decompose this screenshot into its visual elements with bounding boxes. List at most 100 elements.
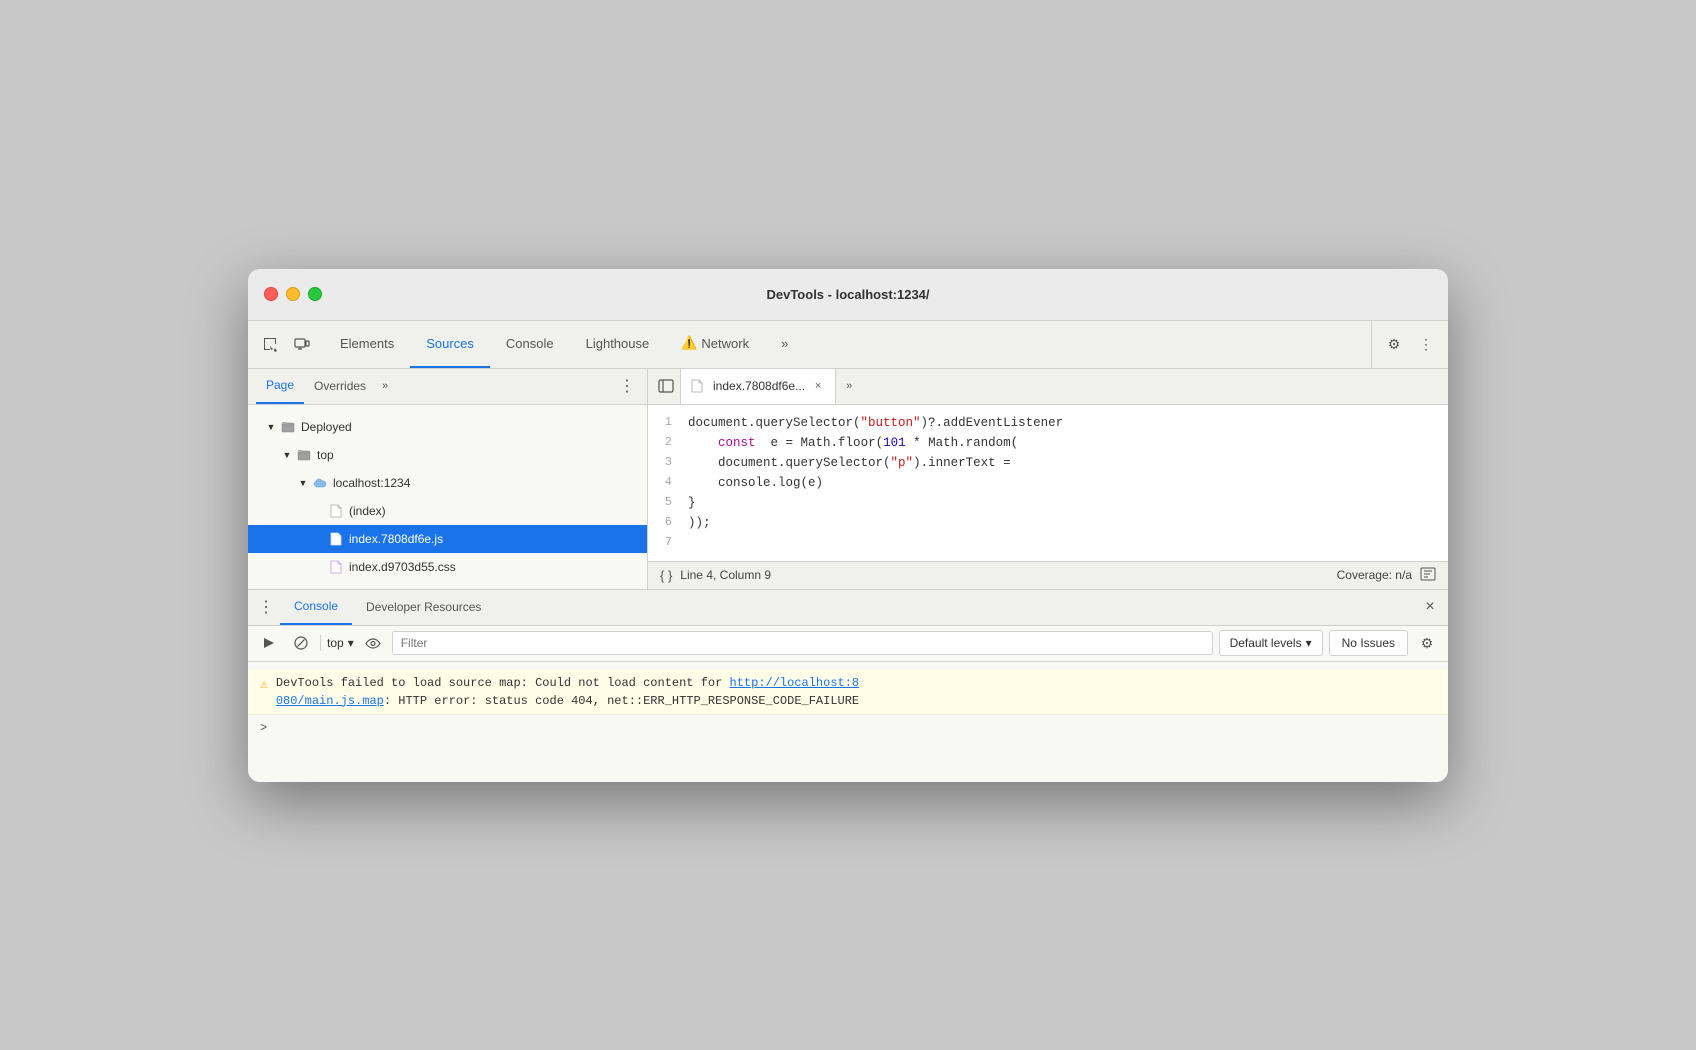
panel-tabs: Page Overrides » ⋮ [248, 369, 647, 405]
window-title: DevTools - localhost:1234/ [766, 287, 929, 302]
code-line-7: 7 [648, 533, 1448, 553]
tab-lighthouse[interactable]: Lighthouse [570, 321, 666, 368]
tab-sources[interactable]: Sources [410, 321, 490, 368]
coverage-label: Coverage: n/a [1337, 568, 1412, 582]
console-warning-message: ⚠ DevTools failed to load source map: Co… [248, 670, 1448, 715]
code-line-3: 3 document.querySelector("p").innerText … [648, 453, 1448, 473]
tab-more[interactable]: » [765, 321, 804, 368]
code-line-2: 2 const e = Math.floor(101 * Math.random… [648, 433, 1448, 453]
console-filter-input[interactable] [392, 631, 1213, 655]
code-line-5: 5 } [648, 493, 1448, 513]
line-content: console.log(e) [688, 473, 823, 493]
main-tabs: Elements Sources Console Lighthouse ⚠️ N… [324, 321, 1363, 368]
devtools-window: DevTools - localhost:1234/ [248, 269, 1448, 782]
close-button[interactable] [264, 287, 278, 301]
folder-icon [296, 447, 312, 463]
file-icon [328, 503, 344, 519]
left-panel: Page Overrides » ⋮ ▼ [248, 369, 648, 589]
panel-dots[interactable]: ⋮ [615, 376, 639, 396]
tab-console[interactable]: Console [490, 321, 570, 368]
console-output: ⚠ DevTools failed to load source map: Co… [248, 662, 1448, 782]
css-file-icon [328, 559, 344, 575]
toolbar-right: ⚙ ⋮ [1371, 321, 1440, 368]
code-editor[interactable]: 1 document.querySelector("button")?.addE… [648, 405, 1448, 561]
console-toolbar: top ▾ Default levels ▾ No Issues ⚙ [248, 626, 1448, 662]
line-number: 2 [648, 433, 688, 452]
cloud-icon [312, 475, 328, 491]
no-issues-button[interactable]: No Issues [1329, 630, 1408, 656]
tab-more-left[interactable]: » [376, 380, 394, 392]
console-context-selector[interactable]: top ▾ [327, 636, 354, 650]
line-number: 5 [648, 493, 688, 512]
coverage-icon[interactable] [1420, 567, 1436, 584]
line-number: 6 [648, 513, 688, 532]
line-number: 1 [648, 413, 688, 432]
bottom-panel: ⋮ Console Developer Resources × [248, 589, 1448, 782]
source-map-link[interactable]: http://localhost:8080/main.js.map [276, 676, 859, 708]
line-content: document.querySelector("p").innerText = [688, 453, 1011, 473]
settings-icon[interactable]: ⚙ [1380, 330, 1408, 358]
tree-arrow: ▼ [296, 476, 310, 490]
tree-item-css-file[interactable]: index.d9703d55.css [248, 553, 647, 581]
editor-tab-close-button[interactable]: × [811, 379, 825, 393]
traffic-lights [264, 287, 322, 301]
cursor-icon[interactable] [256, 330, 284, 358]
file-tree: ▼ Deployed ▼ [248, 405, 647, 589]
console-sidebar-button[interactable] [256, 630, 282, 656]
console-eye-button[interactable] [360, 630, 386, 656]
tree-item-localhost[interactable]: ▼ localhost:1234 [248, 469, 647, 497]
tab-network[interactable]: ⚠️ Network [665, 321, 765, 368]
code-line-6: 6 )); [648, 513, 1448, 533]
tab-console-bottom[interactable]: Console [280, 590, 352, 625]
line-content: const e = Math.floor(101 * Math.random( [688, 433, 1018, 453]
warning-icon: ⚠️ [681, 335, 697, 351]
right-panel: index.7808df6e... × » 1 document.querySe… [648, 369, 1448, 589]
more-options-icon[interactable]: ⋮ [1412, 330, 1440, 358]
editor-tab-js[interactable]: index.7808df6e... × [680, 369, 836, 404]
editor-tab-label: index.7808df6e... [713, 379, 805, 393]
separator [320, 635, 321, 651]
tree-item-index[interactable]: (index) [248, 497, 647, 525]
status-bar-left: { } Line 4, Column 9 [660, 568, 771, 583]
editor-status-bar: { } Line 4, Column 9 Coverage: n/a [648, 561, 1448, 589]
status-bar-right: Coverage: n/a [1337, 567, 1436, 584]
bottom-panel-dots[interactable]: ⋮ [252, 593, 280, 621]
line-content: } [688, 493, 696, 513]
bottom-panel-tabs: ⋮ Console Developer Resources × [248, 590, 1448, 626]
tree-item-js-file[interactable]: index.7808df6e.js [248, 525, 647, 553]
toolbar-left [256, 321, 316, 368]
tab-elements[interactable]: Elements [324, 321, 410, 368]
editor-tabs: index.7808df6e... × » [648, 369, 1448, 405]
tree-item-top[interactable]: ▼ top [248, 441, 647, 469]
tab-page[interactable]: Page [256, 369, 304, 404]
tree-item-deployed[interactable]: ▼ Deployed [248, 413, 647, 441]
tab-developer-resources[interactable]: Developer Resources [352, 590, 495, 625]
bottom-panel-close-button[interactable]: × [1416, 593, 1444, 621]
maximize-button[interactable] [308, 287, 322, 301]
folder-icon [280, 419, 296, 435]
tree-arrow: ▼ [264, 420, 278, 434]
tab-overrides[interactable]: Overrides [304, 369, 376, 404]
line-content: document.querySelector("button")?.addEve… [688, 413, 1063, 433]
device-icon[interactable] [288, 330, 316, 358]
console-settings-icon[interactable]: ⚙ [1414, 630, 1440, 656]
editor-tab-more[interactable]: » [840, 380, 858, 392]
code-line-1: 1 document.querySelector("button")?.addE… [648, 413, 1448, 433]
console-warn-icon: ⚠ [260, 675, 268, 695]
main-content: Page Overrides » ⋮ ▼ [248, 369, 1448, 589]
console-message-text: DevTools failed to load source map: Coul… [276, 674, 1436, 710]
tree-arrow: ▼ [280, 448, 294, 462]
console-levels-dropdown[interactable]: Default levels ▾ [1219, 630, 1323, 656]
sidebar-toggle-button[interactable] [652, 372, 680, 400]
code-line-4: 4 console.log(e) [648, 473, 1448, 493]
cursor-position: Line 4, Column 9 [680, 568, 771, 582]
pretty-print-icon[interactable]: { } [660, 568, 672, 583]
title-bar: DevTools - localhost:1234/ [248, 269, 1448, 321]
js-file-icon [328, 531, 344, 547]
minimize-button[interactable] [286, 287, 300, 301]
console-clear-button[interactable] [288, 630, 314, 656]
line-number: 7 [648, 533, 688, 552]
prompt-arrow: > [260, 721, 267, 735]
console-prompt[interactable]: > [248, 715, 1448, 741]
line-content: )); [688, 513, 711, 533]
